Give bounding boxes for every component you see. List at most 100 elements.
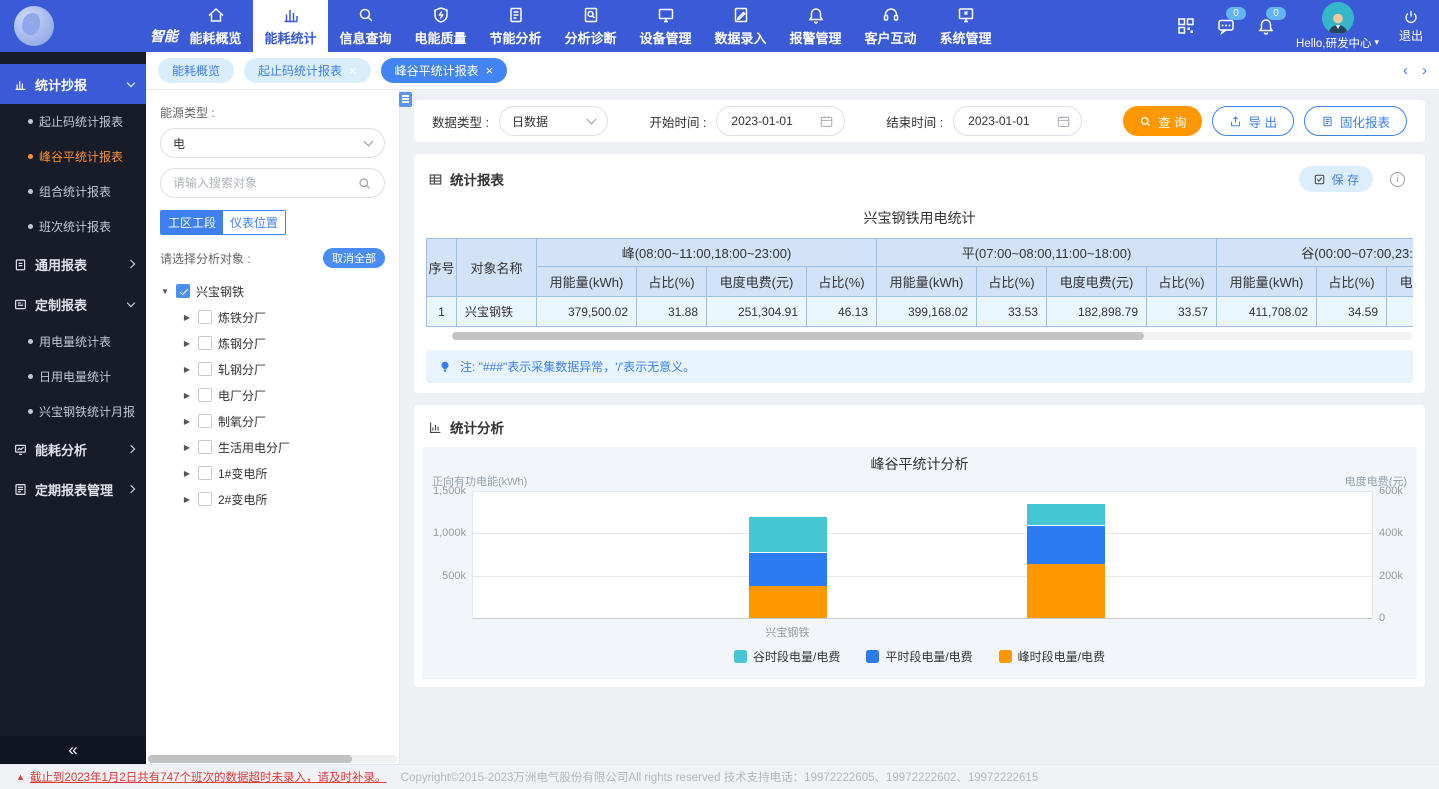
start-date-field[interactable] [716,106,845,136]
tab-peak-valley-flat-report[interactable]: 峰谷平统计报表 × [381,58,508,83]
search-input[interactable] [173,176,351,190]
search-icon[interactable] [357,176,372,191]
export-button[interactable]: 导 出 [1212,106,1293,136]
file-manage-icon [13,482,28,497]
save-button[interactable]: 保 存 [1299,166,1373,192]
checkbox[interactable] [198,492,212,506]
nav-item-power-quality[interactable]: 电能质量 [403,0,478,52]
panel-collapse-handle[interactable] [399,92,412,107]
col-header-name: 对象名称 [457,239,537,297]
checkbox[interactable] [198,362,212,376]
table-caption: 兴宝钢铁用电统计 [422,208,1417,228]
tree-node[interactable]: ▶ 炼铁分厂 [160,304,385,330]
messages-button[interactable]: 0 [1216,16,1236,36]
tab-scroll-right-icon[interactable]: › [1422,62,1427,79]
tab-workzone[interactable]: 工区工段 [161,211,223,234]
qr-code-button[interactable] [1176,16,1196,36]
tree-node-root[interactable]: ▼ 兴宝钢铁 [160,278,385,304]
alert-text[interactable]: 截止到2023年1月2日共有747个班次的数据超时未录入，请及时补录。 [30,769,387,785]
tree-node[interactable]: ▶ 2#变电所 [160,486,385,512]
sidebar-item-general-reports[interactable]: 通用报表 [0,244,146,284]
end-time-label: 结束时间 : [886,112,943,131]
legend-valley[interactable]: 谷时段电量/电费 [734,648,840,665]
sidebar-item-shift-report[interactable]: 班次统计报表 [0,209,146,244]
info-icon[interactable]: i [1390,172,1405,187]
expand-caret-icon[interactable]: ▼ [160,287,170,296]
checkbox[interactable] [198,388,212,402]
tab-meter-position[interactable]: 仪表位置 [223,211,285,234]
energy-stacked-bar[interactable] [749,516,827,618]
tree-node[interactable]: ▶ 电厂分厂 [160,382,385,408]
tab-energy-overview[interactable]: 能耗概览 [158,58,234,83]
group-header-flat: 平(07:00~08:00,11:00~18:00) [877,239,1217,267]
collapsed-caret-icon[interactable]: ▶ [182,443,192,452]
collapsed-caret-icon[interactable]: ▶ [182,469,192,478]
sidebar-collapse-button[interactable]: « [0,736,146,764]
tree-node[interactable]: ▶ 生活用电分厂 [160,434,385,460]
sidebar-item-daily-electricity-stat[interactable]: 日用电量统计 [0,359,146,394]
tab-start-end-code-report[interactable]: 起止码统计报表 × [244,58,371,83]
solidify-report-button[interactable]: 固化报表 [1304,106,1407,136]
left-axis-tick: 500k [424,570,466,582]
checkbox[interactable] [198,440,212,454]
logout-button[interactable]: 退出 [1399,8,1423,44]
checkbox[interactable] [198,466,212,480]
end-date-input[interactable] [968,114,1048,128]
cost-stacked-bar[interactable] [1027,503,1105,618]
note-text: 注: "###"表示采集数据异常，'/'表示无意义。 [460,358,695,375]
collapsed-caret-icon[interactable]: ▶ [182,339,192,348]
close-icon[interactable]: × [486,64,494,77]
nav-item-system-management[interactable]: 系统管理 [928,0,1003,52]
sidebar-item-custom-reports[interactable]: 定制报表 [0,284,146,324]
tree-node[interactable]: ▶ 炼钢分厂 [160,330,385,356]
close-icon[interactable]: × [349,64,357,77]
tree-node[interactable]: ▶ 制氧分厂 [160,408,385,434]
sidebar-item-xingbao-monthly-report[interactable]: 兴宝钢铁统计月报 [0,394,146,429]
sidebar-item-peak-valley-flat-report[interactable]: 峰谷平统计报表 [0,139,146,174]
collapsed-caret-icon[interactable]: ▶ [182,391,192,400]
checkbox[interactable] [198,310,212,324]
checkbox[interactable] [198,336,212,350]
user-menu[interactable]: Hello,研发中心▾ [1296,2,1379,51]
user-greeting: Hello,研发中心▾ [1296,35,1379,51]
tree-node[interactable]: ▶ 轧钢分厂 [160,356,385,382]
nav-item-data-entry[interactable]: 数据录入 [703,0,778,52]
end-date-field[interactable] [953,106,1082,136]
cancel-all-button[interactable]: 取消全部 [323,248,385,268]
nav-item-equipment-management[interactable]: 设备管理 [628,0,703,52]
checkbox-checked[interactable] [176,284,190,298]
sidebar-item-electricity-stat-table[interactable]: 用电量统计表 [0,324,146,359]
notifications-button[interactable]: 0 [1256,16,1276,36]
scrollbar-thumb[interactable] [148,755,352,763]
start-date-input[interactable] [731,114,811,128]
nav-item-analysis-diagnosis[interactable]: 分析诊断 [553,0,628,52]
table-icon [428,172,443,187]
checkbox[interactable] [198,414,212,428]
energy-type-select[interactable]: 电 [160,128,385,158]
collapsed-caret-icon[interactable]: ▶ [182,495,192,504]
chart-legend: 谷时段电量/电费 平时段电量/电费 峰时段电量/电费 [422,648,1417,665]
nav-item-energy-statistics[interactable]: 能耗统计 [253,0,328,52]
scrollbar-thumb[interactable] [452,332,1144,340]
sidebar-item-combined-report[interactable]: 组合统计报表 [0,174,146,209]
sidebar-item-statistics-report[interactable]: 统计抄报 [0,64,146,104]
search-icon [1139,115,1152,128]
data-type-select[interactable]: 日数据 [499,106,608,136]
collapsed-caret-icon[interactable]: ▶ [182,365,192,374]
nav-item-energy-saving-analysis[interactable]: 节能分析 [478,0,553,52]
tab-scroll-left-icon[interactable]: ‹ [1403,62,1408,79]
nav-item-customer-interaction[interactable]: 客户互动 [853,0,928,52]
nav-item-info-query[interactable]: 信息查询 [328,0,403,52]
legend-flat[interactable]: 平时段电量/电费 [866,648,972,665]
nav-item-energy-overview[interactable]: 能耗概览 [178,0,253,52]
collapsed-caret-icon[interactable]: ▶ [182,313,192,322]
query-button[interactable]: 查 询 [1123,106,1202,136]
sidebar-item-periodic-report-management[interactable]: 定期报表管理 [0,469,146,509]
tree-node[interactable]: ▶ 1#变电所 [160,460,385,486]
sidebar-item-energy-analysis[interactable]: 能耗分析 [0,429,146,469]
legend-peak[interactable]: 峰时段电量/电费 [999,648,1105,665]
sidebar-item-start-end-code-report[interactable]: 起止码统计报表 [0,104,146,139]
globe-logo-icon [14,6,54,46]
collapsed-caret-icon[interactable]: ▶ [182,417,192,426]
nav-item-alarm-management[interactable]: 报警管理 [778,0,853,52]
